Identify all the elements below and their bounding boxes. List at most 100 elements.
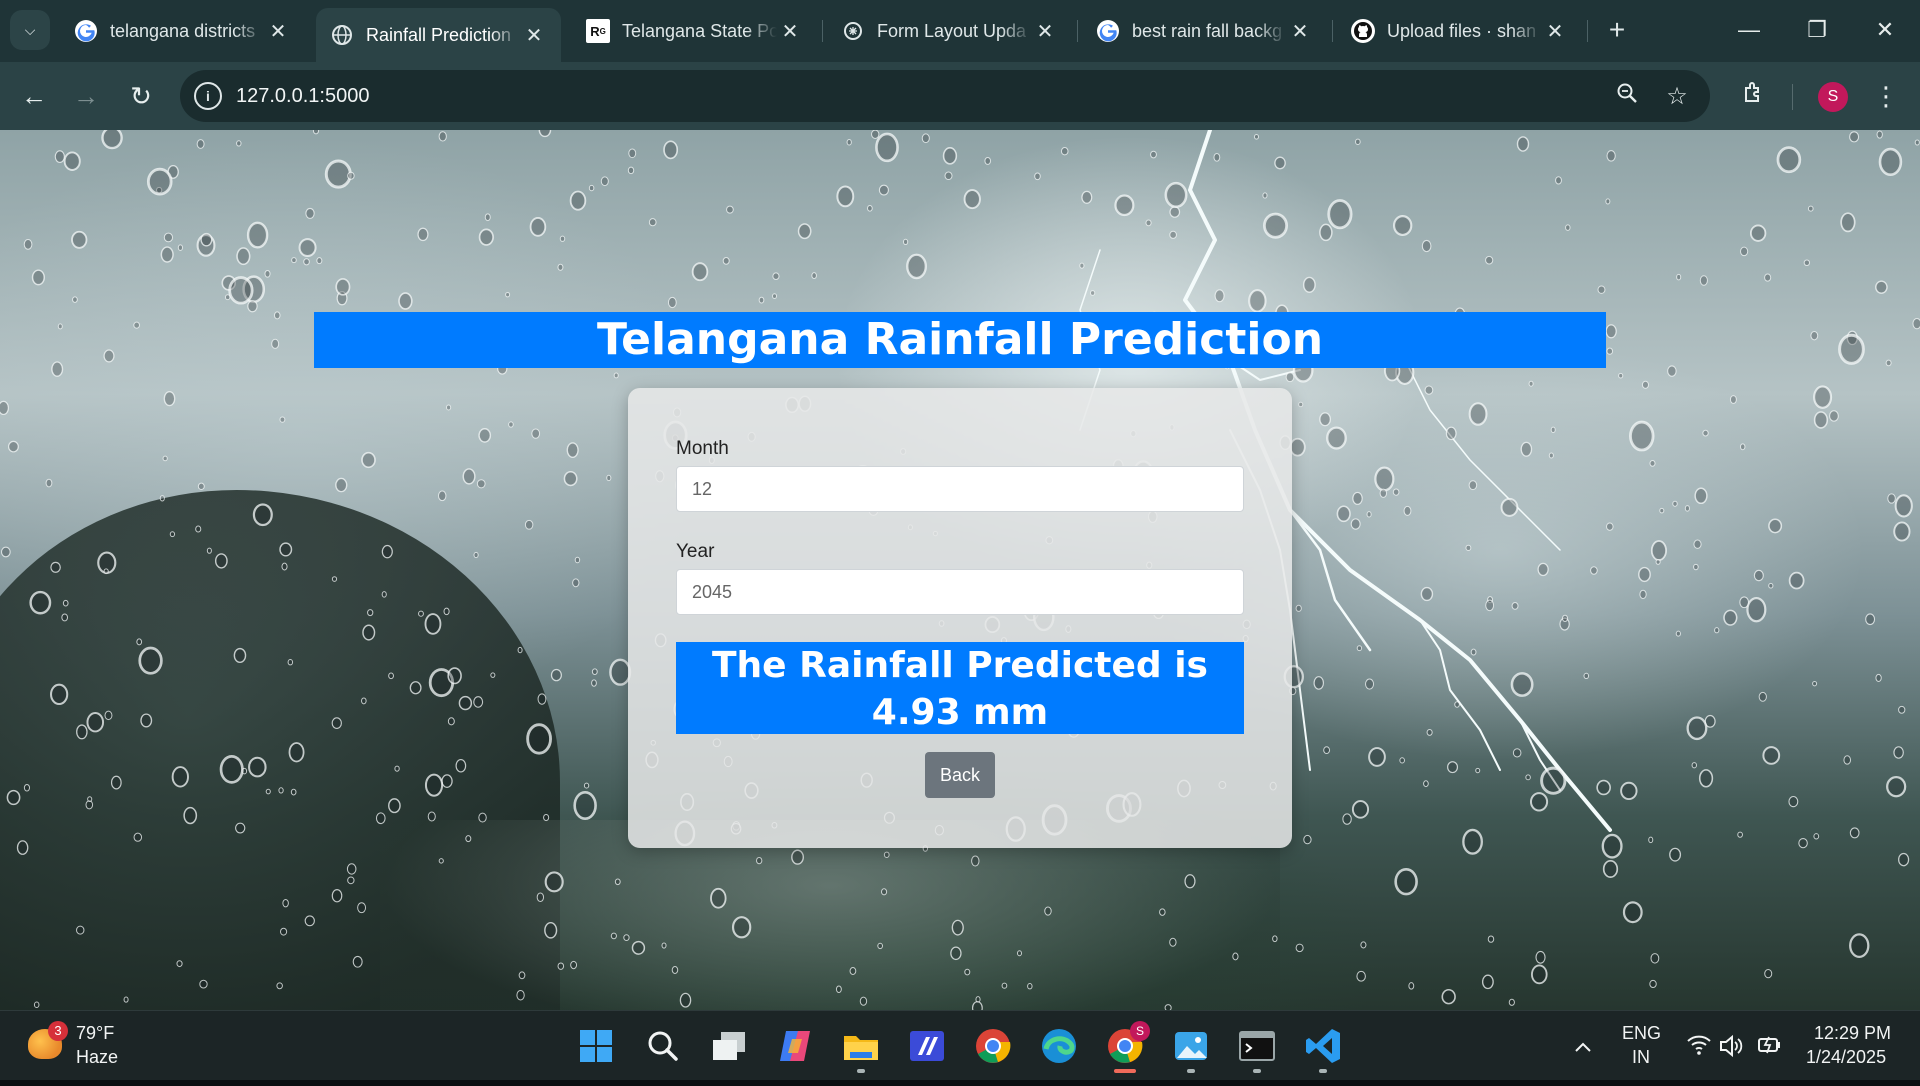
raindrop: [772, 272, 780, 280]
start-button[interactable]: [573, 1023, 619, 1069]
tab-search-button[interactable]: ⌵: [10, 10, 50, 50]
profile-avatar[interactable]: S: [1818, 82, 1848, 112]
plus-icon: +: [1608, 14, 1626, 45]
raindrop: [1629, 420, 1655, 452]
forward-arrow-icon[interactable]: →: [66, 76, 106, 116]
raindrop: [312, 130, 320, 135]
tab-telangana-state[interactable]: RG Telangana State Po ✕: [572, 8, 817, 54]
edge-button[interactable]: [1036, 1023, 1082, 1069]
raindrop: [162, 455, 168, 462]
raindrop: [367, 609, 374, 617]
tab-form-layout[interactable]: Form Layout Upda ✕: [827, 8, 1072, 54]
raindrop: [8, 440, 19, 453]
weather-condition: Haze: [76, 1047, 119, 1067]
raindrop: [791, 849, 805, 865]
raindrop: [33, 1001, 40, 1009]
raindrop: [1753, 569, 1764, 582]
raindrop: [1001, 982, 1008, 989]
year-input[interactable]: [676, 569, 1244, 615]
raindrop: [214, 553, 228, 569]
close-icon[interactable]: ✕: [521, 23, 547, 48]
raindrop: [1840, 212, 1856, 233]
clock-time[interactable]: 12:29 PM: [1814, 1023, 1891, 1044]
wifi-status[interactable]: [1686, 1011, 1712, 1081]
file-explorer-button[interactable]: [838, 1023, 884, 1073]
raindrop: [971, 1001, 983, 1010]
raindrop: [61, 613, 69, 622]
show-hidden-icons[interactable]: [1572, 1011, 1594, 1081]
chrome-profile-button[interactable]: S: [1102, 1021, 1150, 1073]
raindrop: [1618, 372, 1624, 379]
language-indicator[interactable]: ENG: [1622, 1023, 1661, 1044]
battery-status[interactable]: [1756, 1011, 1784, 1081]
page-viewport: Telangana Rainfall Prediction Month Year…: [0, 130, 1920, 1010]
task-view-button[interactable]: [706, 1023, 752, 1069]
tab-separator: [1332, 20, 1333, 42]
raindrop: [1379, 488, 1388, 498]
search-button[interactable]: [640, 1023, 686, 1069]
tab-best-rain-fall[interactable]: best rain fall backg ✕: [1082, 8, 1327, 54]
raindrop: [1886, 776, 1907, 798]
clock-date[interactable]: 1/24/2025: [1806, 1047, 1886, 1068]
visual-studio-button[interactable]: [904, 1023, 950, 1069]
raindrop: [303, 258, 310, 266]
url-text[interactable]: 127.0.0.1:5000: [236, 70, 369, 122]
reload-icon[interactable]: ↻: [121, 76, 161, 116]
new-tab-button[interactable]: +: [1598, 12, 1636, 50]
raindrop: [964, 968, 971, 976]
raindrop: [1465, 544, 1472, 551]
raindrop: [1875, 673, 1882, 682]
raindrop: [588, 184, 595, 192]
raindrop: [490, 672, 496, 678]
vscode-button[interactable]: [1300, 1023, 1346, 1073]
terminal-button[interactable]: [1234, 1023, 1280, 1073]
address-bar[interactable]: i 127.0.0.1:5000 ☆: [180, 70, 1710, 122]
raindrop: [1893, 746, 1904, 759]
raindrop: [1034, 172, 1041, 181]
chrome-button[interactable]: [970, 1023, 1016, 1069]
tab-telangana-districts[interactable]: telangana districts ✕: [60, 8, 305, 54]
close-icon[interactable]: ✕: [1542, 19, 1568, 44]
close-icon[interactable]: ✕: [1032, 19, 1058, 44]
back-button[interactable]: Back: [925, 752, 995, 798]
raindrop: [1649, 460, 1656, 467]
raindrop: [1525, 774, 1531, 781]
volume-status[interactable]: [1718, 1011, 1744, 1081]
extensions-icon[interactable]: [1734, 76, 1774, 116]
bookmark-star-icon[interactable]: ☆: [1660, 80, 1694, 114]
raindrop: [0, 400, 10, 416]
copilot-button[interactable]: [772, 1023, 818, 1069]
close-icon[interactable]: ✕: [1287, 19, 1313, 44]
month-input[interactable]: [676, 466, 1244, 512]
raindrop: [679, 992, 692, 1008]
tab-upload-files[interactable]: Upload files · shan ✕: [1337, 8, 1582, 54]
raindrop: [304, 915, 315, 927]
close-window-button[interactable]: ✕: [1862, 12, 1908, 50]
weather-temperature: 79°F: [76, 1023, 115, 1043]
region-indicator[interactable]: IN: [1632, 1047, 1650, 1068]
raindrop: [352, 955, 363, 968]
restore-button[interactable]: ❐: [1794, 12, 1840, 50]
minimize-button[interactable]: —: [1726, 12, 1772, 50]
close-icon[interactable]: ✕: [265, 19, 291, 44]
close-icon[interactable]: ✕: [777, 19, 803, 44]
raindrop: [1016, 950, 1022, 957]
tab-rainfall-prediction[interactable]: Rainfall Prediction ✕: [316, 8, 561, 62]
raindrop: [375, 812, 386, 825]
site-info-icon[interactable]: i: [194, 82, 222, 110]
raindrop: [1803, 259, 1811, 267]
back-arrow-icon[interactable]: ←: [14, 76, 54, 116]
zoom-icon[interactable]: [1610, 80, 1644, 114]
raindrop: [1655, 558, 1661, 565]
raindrop: [1540, 766, 1567, 795]
more-menu-icon[interactable]: ⋮: [1866, 76, 1906, 116]
raindrop: [279, 927, 288, 936]
photos-button[interactable]: [1168, 1023, 1214, 1073]
raindrop: [1356, 970, 1366, 982]
raindrop: [631, 940, 646, 955]
raindrop: [57, 323, 63, 330]
browser-toolbar: ← → ↻ i 127.0.0.1:5000 ☆ S ⋮: [0, 62, 1920, 130]
raindrop: [163, 391, 176, 407]
raindrop: [1550, 426, 1556, 434]
raindrop: [86, 712, 105, 733]
